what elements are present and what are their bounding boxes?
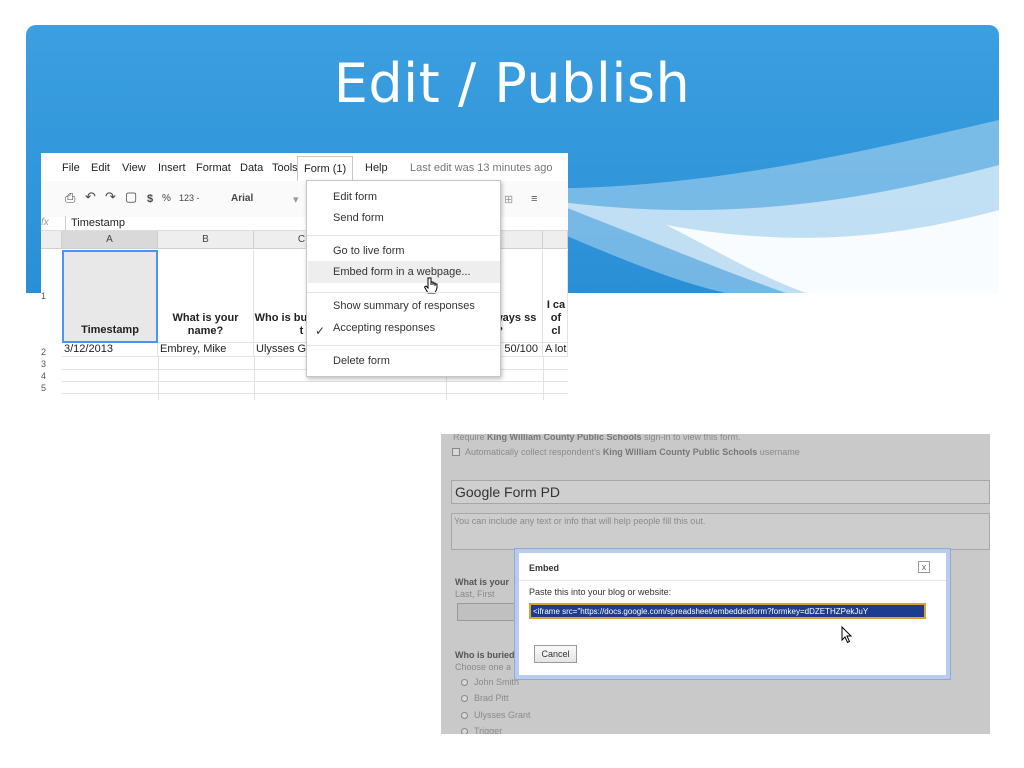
form-dropdown-menu: Edit form Send form Go to live form Embe…: [306, 180, 501, 377]
embed-prompt: Paste this into your blog or website:: [529, 587, 672, 597]
menu-format[interactable]: Format: [196, 162, 231, 174]
question-help: Last, First: [455, 589, 495, 599]
arrow-cursor-icon: [841, 626, 853, 644]
collect-username-option[interactable]: Automatically collect respondent's King …: [465, 447, 800, 457]
last-edit-status: Last edit was 13 minutes ago: [410, 162, 553, 174]
menu-divider: [307, 292, 500, 293]
header-cell-f[interactable]: I ca of cl: [543, 250, 568, 343]
menu-item-show-summary[interactable]: Show summary of responses: [333, 300, 475, 312]
embed-code-input[interactable]: <iframe src="https://docs.google.com/spr…: [529, 603, 926, 619]
menu-data[interactable]: Data: [240, 162, 263, 174]
option-label: Trigger: [474, 726, 503, 734]
undo-icon[interactable]: ↶: [85, 189, 96, 205]
question-label: Who is buried: [455, 650, 515, 660]
radio-option[interactable]: [461, 679, 468, 686]
slide-title: Edit / Publish: [333, 52, 691, 115]
header-cell-timestamp[interactable]: Timestamp: [62, 250, 158, 343]
table-cell[interactable]: 3/12/2013 11:57:07: [62, 343, 158, 357]
redo-icon[interactable]: ↷: [105, 189, 116, 205]
form-description-input[interactable]: You can include any text or info that wi…: [451, 513, 990, 550]
corner-cell[interactable]: [41, 231, 62, 249]
check-icon: ✓: [315, 324, 326, 338]
menu-divider: [307, 345, 500, 346]
align-icon[interactable]: ≡: [531, 193, 537, 205]
radio-option[interactable]: [461, 712, 468, 719]
menu-item-delete-form[interactable]: Delete form: [333, 355, 390, 367]
column-header-b[interactable]: B: [158, 231, 254, 249]
menu-file[interactable]: File: [62, 162, 80, 174]
column-header-a[interactable]: A: [62, 231, 158, 249]
close-icon[interactable]: x: [918, 561, 930, 573]
fx-icon: fx: [41, 217, 49, 228]
option-label: John Smith: [474, 677, 520, 687]
menu-form[interactable]: Form (1): [297, 156, 353, 181]
radio-option[interactable]: [461, 695, 468, 702]
merge-cells-icon[interactable]: ⊞: [504, 193, 513, 206]
font-dropdown-icon[interactable]: ▾: [293, 193, 299, 206]
require-signin-option[interactable]: Require King William County Public Schoo…: [453, 434, 741, 442]
dialog-title: Embed: [529, 563, 560, 573]
answer-text-input[interactable]: [457, 603, 517, 621]
currency-button[interactable]: $: [147, 193, 153, 205]
menu-edit[interactable]: Edit: [91, 162, 110, 174]
question-label: What is your: [455, 577, 510, 587]
percent-button[interactable]: %: [162, 193, 171, 204]
table-cell[interactable]: Embrey, Mike: [158, 343, 254, 357]
row-number[interactable]: 4: [41, 371, 61, 381]
cancel-button[interactable]: Cancel: [534, 645, 577, 663]
menu-help[interactable]: Help: [365, 162, 388, 174]
form-title-input[interactable]: Google Form PD: [451, 480, 990, 504]
font-select[interactable]: Arial: [231, 193, 253, 204]
row-number[interactable]: 1: [41, 291, 61, 301]
menu-view[interactable]: View: [122, 162, 146, 174]
paint-format-icon[interactable]: ▢: [125, 189, 137, 205]
menu-tools[interactable]: Tools: [272, 162, 298, 174]
table-cell[interactable]: A lot: [543, 343, 568, 357]
menu-item-embed-form[interactable]: Embed form in a webpage...: [333, 266, 471, 278]
question-help: Choose one a: [455, 662, 512, 672]
menu-item-accepting-responses[interactable]: Accepting responses: [333, 322, 435, 334]
menu-insert[interactable]: Insert: [158, 162, 186, 174]
row-number[interactable]: 3: [41, 359, 61, 369]
menu-item-send-form[interactable]: Send form: [333, 212, 384, 224]
radio-option[interactable]: [461, 728, 468, 734]
print-icon[interactable]: ⎙: [65, 190, 75, 206]
header-cell-name[interactable]: What is your name?: [158, 250, 254, 343]
collect-username-checkbox[interactable]: [452, 448, 460, 456]
hand-cursor-icon: [423, 277, 438, 294]
option-label: Ulysses Grant: [474, 710, 531, 720]
menu-bar: File Edit View Insert Format Data Tools …: [41, 153, 568, 181]
menu-divider: [307, 235, 500, 236]
menu-item-edit-form[interactable]: Edit form: [333, 191, 377, 203]
number-format-button[interactable]: 123 -: [179, 193, 200, 203]
option-label: Brad Pitt: [474, 693, 509, 703]
embed-dialog: Embed x Paste this into your blog or web…: [515, 549, 950, 679]
row-number[interactable]: 2: [41, 347, 61, 357]
menu-item-live-form[interactable]: Go to live form: [333, 245, 405, 257]
column-header-f[interactable]: [543, 231, 568, 249]
formula-input[interactable]: Timestamp: [71, 217, 125, 229]
row-number[interactable]: 5: [41, 383, 61, 393]
